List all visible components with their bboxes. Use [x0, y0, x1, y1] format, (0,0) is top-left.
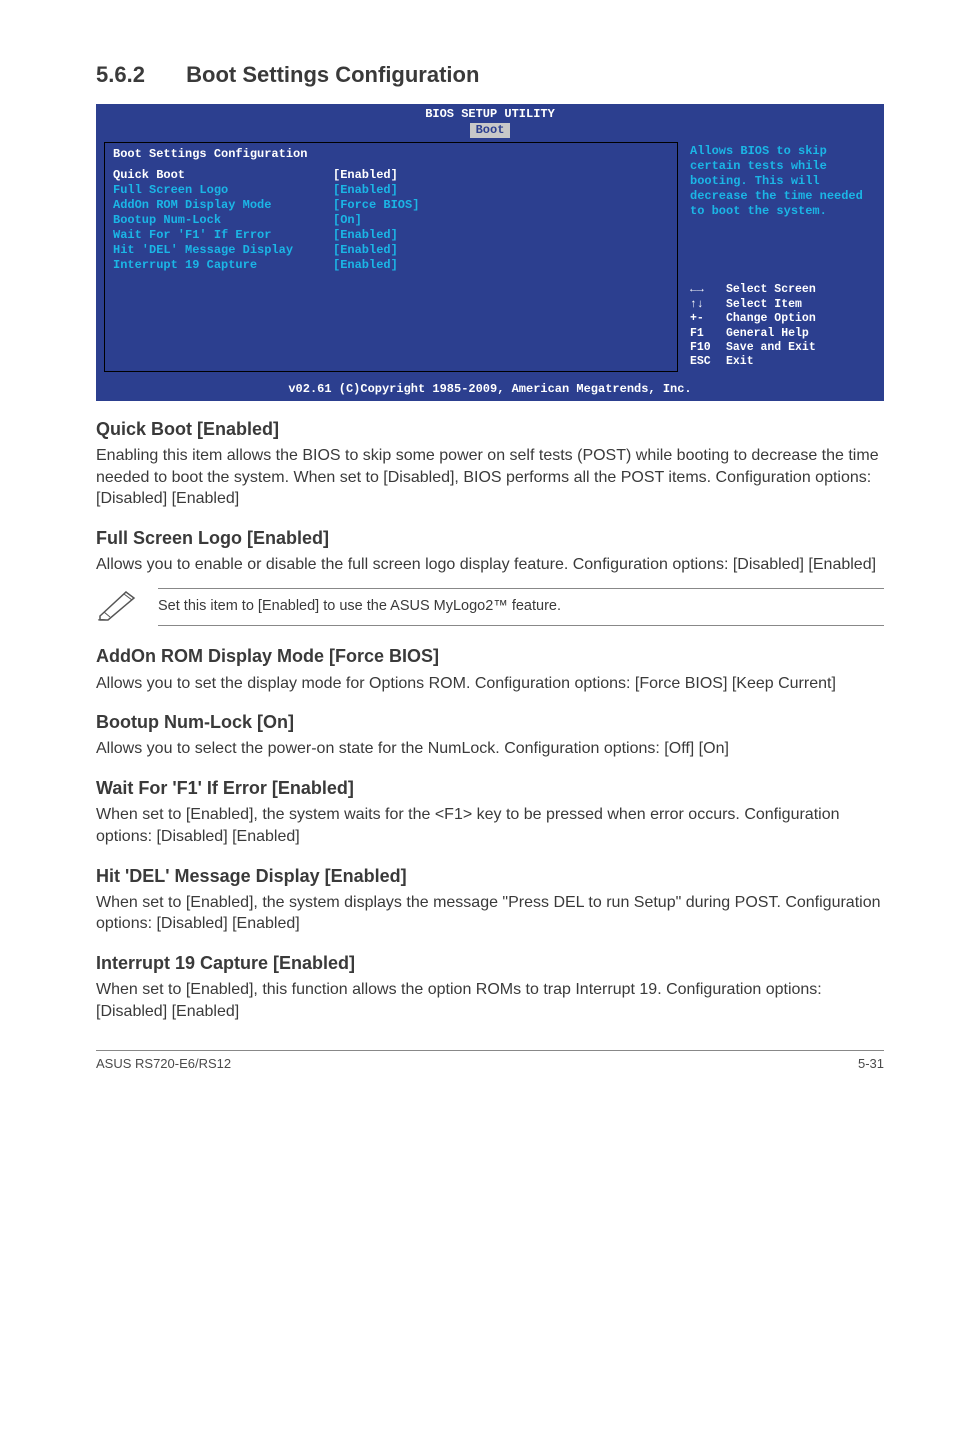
- bios-help-text: Allows BIOS to skip certain tests while …: [690, 144, 872, 219]
- bios-panel-header: Boot Settings Configuration: [113, 147, 669, 162]
- entry-body-wait-f1: When set to [Enabled], the system waits …: [96, 804, 884, 847]
- page-footer: ASUS RS720-E6/RS12 5-31: [96, 1050, 884, 1073]
- bios-item: AddOn ROM Display Mode[Force BIOS]: [113, 198, 669, 213]
- bios-title: BIOS SETUP UTILITY: [425, 107, 555, 121]
- bios-item: Bootup Num-Lock[On]: [113, 213, 669, 228]
- section-heading: 5.6.2 Boot Settings Configuration: [96, 60, 884, 90]
- entry-body-bootup-numlock: Allows you to select the power-on state …: [96, 738, 884, 760]
- entry-body-interrupt19: When set to [Enabled], this function all…: [96, 979, 884, 1022]
- section-title-text: Boot Settings Configuration: [186, 62, 479, 87]
- entry-heading-wait-f1: Wait For 'F1' If Error [Enabled]: [96, 776, 884, 800]
- bios-footer: v02.61 (C)Copyright 1985-2009, American …: [96, 380, 884, 401]
- entry-heading-bootup-numlock: Bootup Num-Lock [On]: [96, 710, 884, 734]
- entry-body-addon-rom: Allows you to set the display mode for O…: [96, 673, 884, 695]
- bios-title-bar: BIOS SETUP UTILITY Boot: [96, 104, 884, 138]
- entry-heading-interrupt19: Interrupt 19 Capture [Enabled]: [96, 951, 884, 975]
- section-number: 5.6.2: [96, 60, 180, 90]
- entry-heading-hit-del: Hit 'DEL' Message Display [Enabled]: [96, 864, 884, 888]
- bios-item: Full Screen Logo[Enabled]: [113, 183, 669, 198]
- bios-item: Quick Boot[Enabled]: [113, 168, 669, 183]
- entry-body-quick-boot: Enabling this item allows the BIOS to sk…: [96, 445, 884, 510]
- bios-item: Wait For 'F1' If Error[Enabled]: [113, 228, 669, 243]
- bios-item: Hit 'DEL' Message Display[Enabled]: [113, 243, 669, 258]
- entry-heading-addon-rom: AddOn ROM Display Mode [Force BIOS]: [96, 644, 884, 668]
- entry-body-full-screen-logo: Allows you to enable or disable the full…: [96, 554, 884, 576]
- bios-main-panel: Boot Settings Configuration Quick Boot[E…: [104, 142, 678, 372]
- entry-heading-full-screen-logo: Full Screen Logo [Enabled]: [96, 526, 884, 550]
- note-text: Set this item to [Enabled] to use the AS…: [158, 588, 884, 626]
- note-block: Set this item to [Enabled] to use the AS…: [96, 586, 884, 629]
- pencil-icon: [96, 586, 142, 629]
- footer-product: ASUS RS720-E6/RS12: [96, 1055, 231, 1073]
- bios-active-tab: Boot: [470, 123, 511, 138]
- bios-help-panel: Allows BIOS to skip certain tests while …: [686, 142, 876, 372]
- entry-heading-quick-boot: Quick Boot [Enabled]: [96, 417, 884, 441]
- entry-body-hit-del: When set to [Enabled], the system displa…: [96, 892, 884, 935]
- bios-screenshot: BIOS SETUP UTILITY Boot Boot Settings Co…: [96, 104, 884, 401]
- bios-key-legend: ←→Select Screen ↑↓Select Item +-Change O…: [690, 283, 872, 369]
- footer-page-number: 5-31: [858, 1055, 884, 1073]
- bios-item: Interrupt 19 Capture[Enabled]: [113, 258, 669, 273]
